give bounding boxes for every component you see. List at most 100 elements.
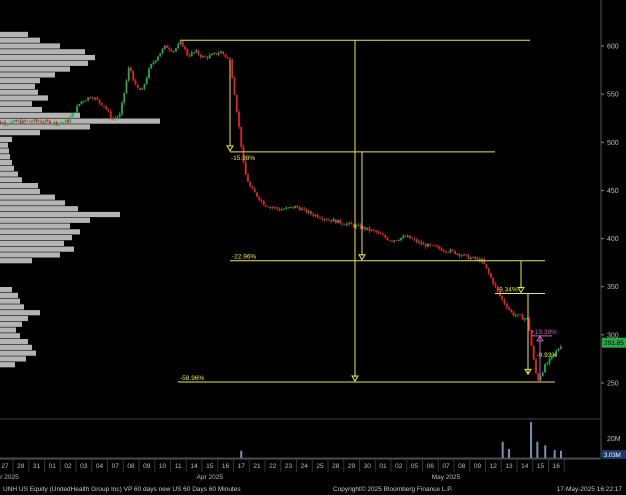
candle-body — [24, 120, 27, 122]
candle-body — [179, 41, 182, 45]
candle-body — [240, 126, 243, 147]
date-tick-label: 25 — [316, 463, 324, 470]
date-tick-label: 08 — [458, 463, 466, 470]
candle-body — [143, 84, 146, 89]
volume-profile-bar — [0, 246, 74, 252]
candle-body — [271, 206, 274, 208]
candle-body — [413, 238, 416, 240]
candle-body — [17, 120, 20, 122]
candle-body — [319, 217, 321, 219]
candle-body — [58, 123, 60, 125]
candle-body — [186, 48, 189, 56]
candle-body — [13, 120, 15, 122]
candle-body — [330, 219, 333, 222]
candle-body — [559, 346, 562, 349]
candle-body — [546, 363, 549, 365]
candle-body — [258, 196, 261, 201]
candle-body — [40, 121, 42, 123]
candle-body — [130, 67, 132, 72]
candle-body — [220, 51, 222, 54]
candle-body — [267, 206, 270, 208]
candle-body — [395, 240, 398, 242]
candle-body — [431, 245, 434, 246]
candle-body — [296, 206, 299, 208]
candle-body — [517, 314, 519, 316]
month-label: Mar 2025 — [0, 474, 19, 481]
volume-profile-bar — [0, 95, 48, 101]
candle-body — [98, 99, 101, 103]
candle-body — [528, 318, 531, 331]
candle-body — [535, 359, 537, 374]
volume-profile-bar — [0, 252, 60, 258]
candle-body — [55, 121, 58, 125]
volume-profile-bar — [0, 54, 95, 61]
candle-body — [305, 208, 308, 213]
candle-body — [42, 122, 45, 124]
candle-body — [35, 119, 38, 122]
date-tick-label: 05 — [411, 463, 419, 470]
date-tick-label: 27 — [1, 463, 9, 470]
candle-body — [107, 109, 110, 112]
volume-profile-bar — [0, 350, 36, 356]
candle-body — [235, 95, 238, 112]
candle-body — [82, 101, 85, 103]
candle-body — [161, 48, 164, 54]
candle-body — [172, 51, 175, 52]
date-tick-label: 14 — [190, 463, 198, 470]
candle-body — [541, 372, 544, 376]
candle-body — [460, 255, 463, 257]
candle-body — [213, 52, 216, 54]
last-volume-label: 3.03M — [604, 453, 621, 459]
volume-profile-bar — [0, 89, 38, 95]
candle-body — [4, 122, 6, 125]
candle-body — [386, 237, 389, 240]
candle-body — [127, 67, 130, 81]
volume-profile-bar — [0, 171, 18, 177]
candle-body — [287, 207, 290, 209]
candle-body — [433, 245, 436, 247]
candle-body — [422, 243, 425, 245]
candle-body — [447, 252, 450, 253]
date-tick-label: 17 — [238, 463, 246, 470]
volume-profile-bar — [0, 310, 40, 316]
volume-profile-bar — [0, 188, 40, 194]
candle-body — [548, 358, 551, 364]
candle-body — [332, 219, 335, 222]
candle-body — [314, 214, 317, 216]
candle-body — [280, 209, 283, 211]
volume-profile-bar — [0, 101, 32, 107]
candle-body — [359, 224, 362, 229]
candle-body — [60, 122, 63, 124]
candle-body — [114, 117, 117, 119]
candle-body — [251, 186, 254, 189]
volume-profile-bar — [0, 298, 20, 304]
date-tick-label: 22 — [269, 463, 277, 470]
candle-body — [91, 98, 94, 99]
candle-body — [357, 224, 360, 226]
candle-body — [89, 97, 92, 99]
candle-body — [366, 227, 369, 230]
candle-body — [109, 111, 112, 119]
candle-body — [139, 87, 141, 90]
label-third-drop: -9.34% — [497, 286, 518, 293]
candle-body — [388, 239, 391, 241]
candle-body — [233, 77, 236, 96]
volume-profile-bar — [0, 292, 18, 298]
candle-body — [348, 222, 351, 224]
chart-background — [0, 0, 626, 495]
candle-body — [85, 100, 87, 102]
candle-body — [402, 236, 405, 238]
volume-profile-bar — [0, 362, 15, 368]
candle-body — [67, 120, 69, 123]
candle-body — [253, 188, 256, 193]
candle-body — [44, 120, 47, 123]
candle-body — [71, 112, 74, 118]
candle-body — [382, 234, 384, 236]
candle-body — [166, 45, 168, 48]
candle-body — [76, 106, 78, 113]
candle-body — [544, 364, 546, 373]
candle-body — [148, 68, 150, 78]
volume-profile-bar — [0, 112, 80, 118]
candle-body — [334, 219, 337, 224]
candle-body — [397, 240, 400, 241]
